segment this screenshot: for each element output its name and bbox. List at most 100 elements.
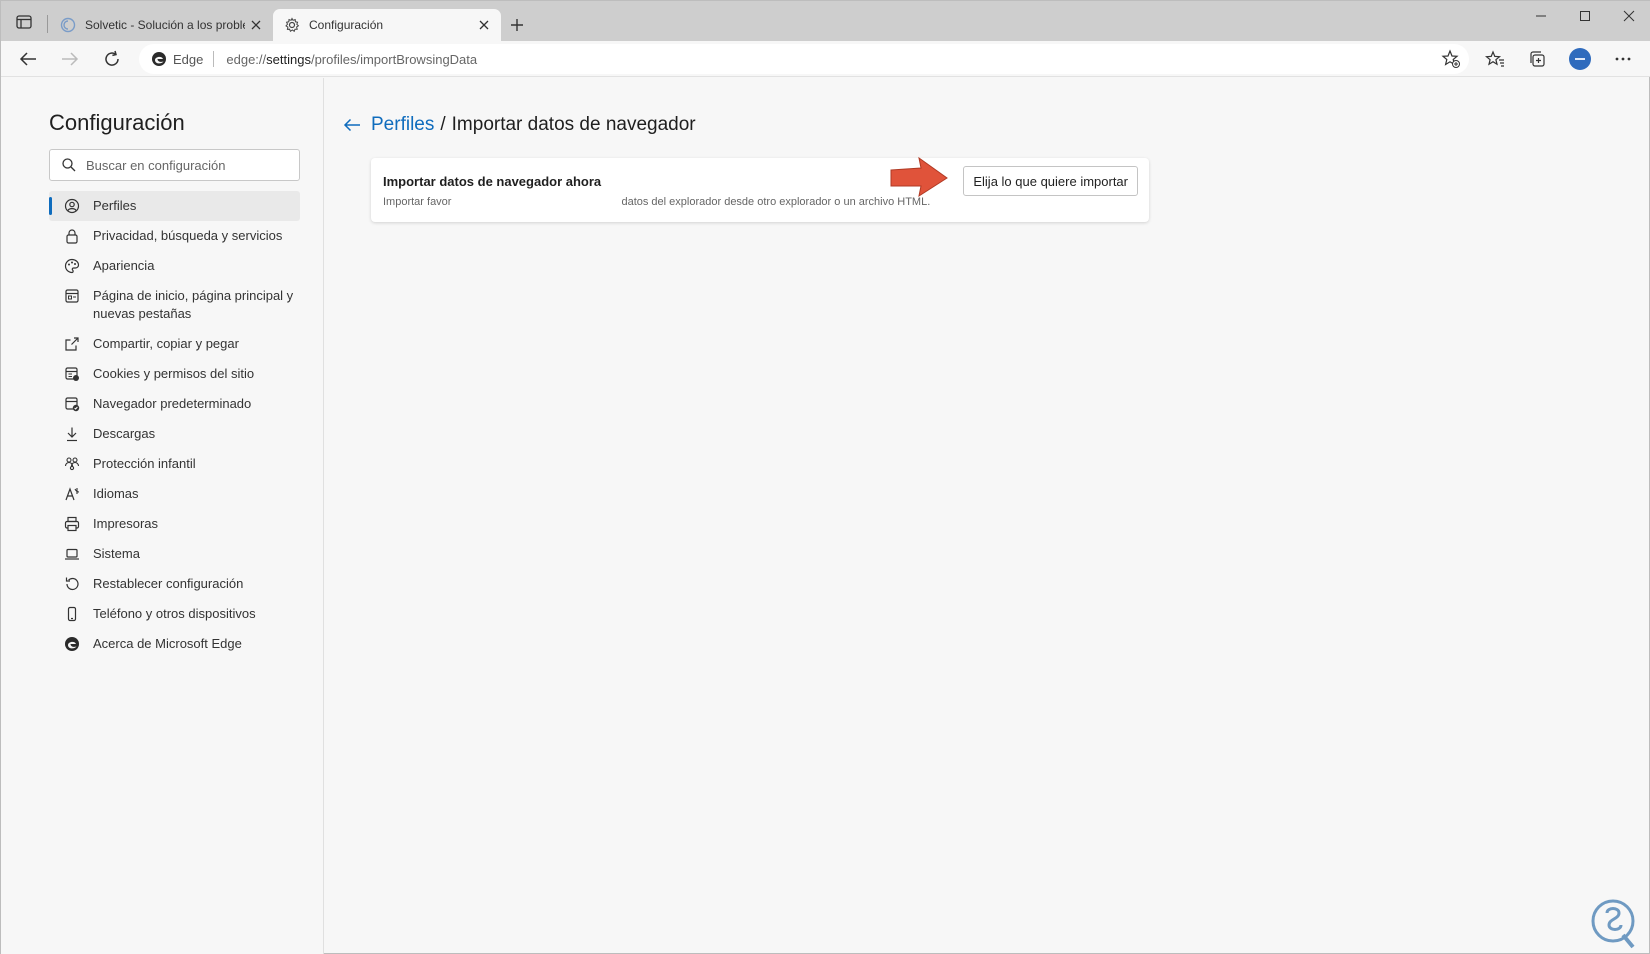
tab-separator [47, 15, 48, 33]
url-text: edge://settings/profiles/importBrowsingD… [226, 52, 477, 67]
sidebar-item-proteccion-infantil[interactable]: Protección infantil [49, 449, 300, 479]
sidebar-item-sistema[interactable]: Sistema [49, 539, 300, 569]
sidebar-item-impresoras[interactable]: Impresoras [49, 509, 300, 539]
sidebar-item-idiomas[interactable]: Idiomas [49, 479, 300, 509]
close-tab-icon[interactable] [473, 14, 495, 36]
collections-icon [1530, 51, 1545, 67]
reset-icon [63, 575, 81, 593]
settings-sidebar: Configuración Perfiles Privacidad, búsqu… [1, 78, 324, 954]
address-bar[interactable]: Edge edge://settings/profiles/importBrow… [139, 44, 1469, 74]
sidebar-item-label: Protección infantil [93, 456, 196, 471]
url-path: /profiles/importBrowsingData [310, 51, 478, 67]
sidebar-item-label: Página de inicio, página principal y nue… [93, 288, 294, 321]
breadcrumb-link-perfiles[interactable]: Perfiles [371, 114, 434, 136]
download-icon [63, 425, 81, 443]
close-icon [1623, 10, 1635, 22]
favorites-button[interactable] [1483, 47, 1507, 71]
sidebar-item-label: Compartir, copiar y pegar [93, 336, 239, 351]
lock-icon [63, 227, 81, 245]
settings-more-button[interactable] [1611, 47, 1635, 71]
default-browser-icon [63, 395, 81, 413]
sidebar-title: Configuración [49, 110, 185, 135]
tab-actions-icon [16, 15, 32, 29]
close-tab-icon[interactable] [245, 14, 267, 36]
favorites-icon [1485, 50, 1504, 67]
browser-window: Solvetic - Solución a los problem Config… [0, 0, 1650, 954]
sidebar-item-apariencia[interactable]: Apariencia [49, 251, 300, 281]
forward-arrow-icon [62, 52, 79, 66]
tab-actions-button[interactable] [11, 11, 37, 33]
family-icon [63, 455, 81, 473]
back-arrow-icon [19, 52, 36, 66]
refresh-button[interactable] [97, 45, 127, 73]
maximize-icon [1580, 11, 1590, 21]
sidebar-item-label: Teléfono y otros dispositivos [93, 606, 256, 621]
breadcrumb: Perfiles / Importar datos de navegador [341, 114, 696, 136]
sidebar-item-pagina-inicio[interactable]: Página de inicio, página principal y nue… [49, 281, 300, 329]
card-description-left: Importar favor [383, 196, 452, 208]
page-title: Importar datos de navegador [451, 114, 696, 135]
laptop-icon [63, 545, 81, 563]
profile-icon [63, 197, 81, 215]
sidebar-item-acerca-de[interactable]: Acerca de Microsoft Edge [49, 629, 300, 659]
back-button[interactable] [13, 45, 43, 73]
url-prefix: edge:// [226, 51, 267, 67]
cookies-icon [63, 365, 81, 383]
tab-title: Solvetic - Solución a los problem [85, 18, 245, 32]
sidebar-item-navegador-predeterminado[interactable]: Navegador predeterminado [49, 389, 300, 419]
settings-search[interactable] [49, 149, 300, 181]
phone-icon [63, 605, 81, 623]
minimize-button[interactable] [1519, 3, 1563, 29]
choose-import-button[interactable]: Elija lo que quiere importar [963, 166, 1138, 196]
sidebar-item-label: Descargas [93, 426, 156, 441]
share-icon [63, 335, 81, 353]
collections-button[interactable] [1525, 47, 1549, 71]
sidebar-item-label: Impresoras [93, 516, 159, 531]
new-tab-button[interactable] [505, 13, 529, 37]
tab-strip: Solvetic - Solución a los problem Config… [1, 1, 1650, 41]
tab-title: Configuración [309, 18, 384, 32]
sidebar-item-label: Privacidad, búsqueda y servicios [93, 228, 283, 243]
sidebar-item-restablecer[interactable]: Restablecer configuración [49, 569, 300, 599]
profile-button[interactable] [1568, 47, 1592, 71]
maximize-button[interactable] [1563, 3, 1607, 29]
import-data-card: Importar datos de navegador ahora Import… [371, 158, 1149, 222]
close-window-button[interactable] [1607, 3, 1650, 29]
search-input[interactable] [86, 157, 286, 173]
sidebar-item-perfiles[interactable]: Perfiles [49, 191, 300, 221]
back-to-profiles-button[interactable] [341, 114, 363, 136]
sidebar-item-label: Restablecer configuración [93, 576, 244, 591]
solvetic-favicon-icon [59, 16, 77, 34]
gear-icon [283, 16, 301, 34]
sidebar-item-label: Apariencia [93, 258, 155, 273]
breadcrumb-separator: / [440, 114, 446, 135]
card-title: Importar datos de navegador ahora [383, 174, 602, 189]
home-page-icon [63, 287, 81, 305]
card-description: Importar favor datos del explorador desde… [383, 196, 930, 208]
card-description-right: datos del explorador desde otro explorad… [621, 196, 931, 208]
solvetic-watermark-icon [1591, 899, 1635, 949]
tab-solvetic[interactable]: Solvetic - Solución a los problem [51, 9, 273, 41]
more-icon [1615, 57, 1631, 61]
sidebar-item-descargas[interactable]: Descargas [49, 419, 300, 449]
edge-icon [63, 635, 81, 653]
sidebar-item-label: Acerca de Microsoft Edge [93, 636, 242, 651]
tab-configuracion[interactable]: Configuración [273, 9, 501, 41]
avatar [1569, 48, 1591, 70]
add-favorite-icon[interactable] [1441, 49, 1461, 69]
palette-icon [63, 257, 81, 275]
minimize-icon [1536, 15, 1546, 17]
url-host: settings [266, 51, 311, 67]
language-icon [63, 485, 81, 503]
back-arrow-icon [343, 118, 360, 132]
forward-button[interactable] [55, 45, 85, 73]
edge-logo-icon [152, 52, 166, 66]
sidebar-item-cookies[interactable]: Cookies y permisos del sitio [49, 359, 300, 389]
sidebar-item-telefono[interactable]: Teléfono y otros dispositivos [49, 599, 300, 629]
sidebar-item-compartir[interactable]: Compartir, copiar y pegar [49, 329, 300, 359]
sidebar-item-label: Idiomas [93, 486, 139, 501]
sidebar-item-label: Navegador predeterminado [93, 396, 252, 411]
sidebar-item-privacidad[interactable]: Privacidad, búsqueda y servicios [49, 221, 300, 251]
annotation-arrow-icon [890, 156, 948, 198]
sidebar-item-label: Cookies y permisos del sitio [93, 366, 255, 381]
